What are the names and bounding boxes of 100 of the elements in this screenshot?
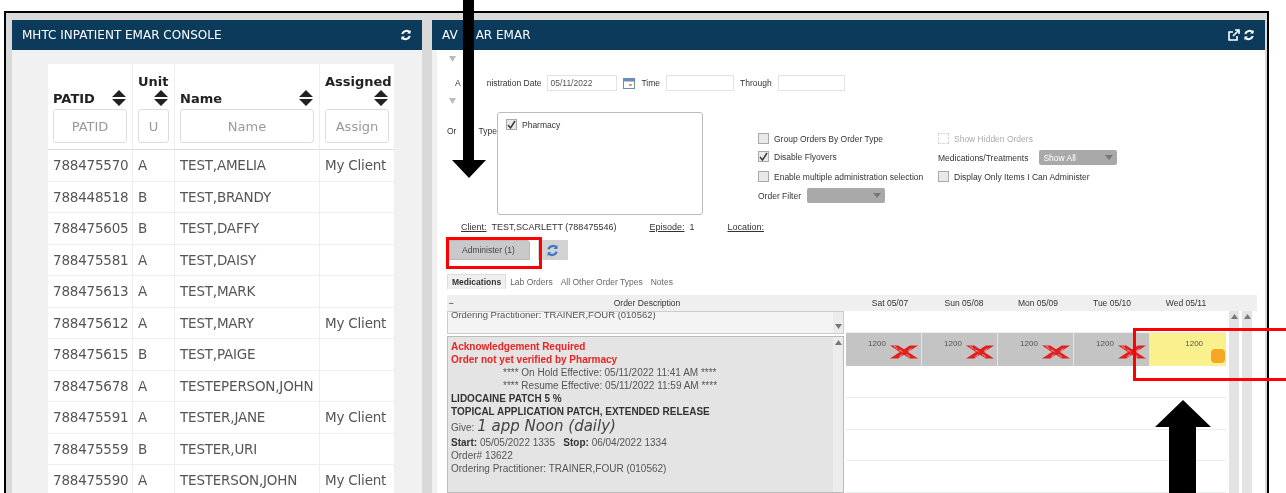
arrow-up-icon[interactable] — [834, 340, 842, 345]
table-cell: TEST,DAFFY — [175, 213, 320, 245]
caret-icon — [873, 193, 881, 198]
collapse-triangle-icon[interactable] — [449, 98, 456, 104]
refresh-icon[interactable] — [1243, 29, 1255, 41]
tab[interactable]: Lab Orders — [506, 274, 557, 289]
scrollbar[interactable] — [1242, 311, 1253, 493]
table-cell: 788475605 — [48, 213, 133, 245]
order-cell[interactable] — [447, 336, 845, 493]
table-cell: TESTER,URI — [175, 433, 320, 465]
order-number: Order# 13622 — [451, 449, 514, 462]
field-label: Order Filter — [758, 190, 801, 201]
time-label: 1200 — [868, 339, 886, 349]
arrow-down-icon[interactable] — [834, 324, 842, 329]
episode-number: 1 — [689, 221, 695, 232]
column-header[interactable]: Name Name — [175, 64, 320, 150]
table-cell: TEST,MARK — [175, 276, 320, 308]
time-field[interactable] — [666, 75, 735, 91]
column-label: Order Description — [612, 298, 682, 308]
external-link-icon[interactable] — [1228, 29, 1240, 41]
day-label: Sun 05/08 — [943, 298, 985, 308]
table-cell: TEST,PAIGE — [175, 339, 320, 371]
checkbox-label: Group Orders By Order Type — [774, 133, 883, 144]
table-cell: 788448518 — [48, 181, 133, 213]
practitioner-text: Ordering Practitioner: TRAINER,FOUR (010562) — [451, 462, 668, 475]
field-label: Or — [447, 126, 457, 138]
checkbox[interactable] — [938, 171, 949, 182]
column-label: Unit — [138, 74, 169, 89]
field-label: Episode: — [649, 221, 685, 232]
table-cell: B — [133, 433, 175, 465]
tab[interactable]: Medications — [447, 274, 507, 289]
checkbox[interactable] — [758, 133, 769, 144]
table-cell: A — [133, 276, 175, 308]
filter-field[interactable]: Assign — [325, 109, 389, 143]
refresh-icon — [546, 243, 560, 257]
schedule-cell[interactable]: 1200 — [998, 333, 1075, 367]
order-type-list[interactable]: Pharmacy — [497, 112, 703, 215]
column-header[interactable]: PATID PATID — [48, 64, 133, 150]
date-field[interactable]: 05/11/2022 — [547, 75, 618, 91]
tab[interactable]: Notes — [646, 274, 677, 289]
column-header[interactable]: Assigned Assign — [320, 64, 395, 150]
checkbox[interactable] — [758, 151, 769, 162]
table-cell: B — [133, 181, 175, 213]
column-label: Assigned — [325, 74, 392, 89]
day-label: Mon 05/09 — [1016, 298, 1060, 308]
table-cell: B — [133, 213, 175, 245]
sort-icon[interactable] — [153, 89, 169, 107]
sort-icon[interactable] — [111, 89, 127, 107]
checkbox-label: Show Hidden Orders — [954, 133, 1033, 144]
administer-button[interactable]: Administer (1) — [447, 240, 530, 260]
table-cell: B — [133, 339, 175, 371]
alert-text: Acknowledgement Required — [451, 340, 587, 353]
filter-field[interactable]: PATID — [53, 109, 127, 143]
order-text: Ordering Practitioner: TRAINER,FOUR (010562) — [450, 312, 657, 322]
day-label: Sat 05/07 — [870, 298, 910, 308]
scrollbar[interactable] — [833, 337, 844, 492]
table-cell: 788475591 — [48, 402, 133, 434]
scrollbar[interactable] — [833, 312, 844, 333]
date-range-text: Start: 05/05/2022 1335 Stop: 06/04/2022 1334 — [451, 436, 668, 449]
table-cell: 788475613 — [48, 276, 133, 308]
table-cell: TESTERSON,JOHN — [175, 465, 320, 493]
field-label: A — [455, 78, 461, 88]
through-field[interactable] — [777, 75, 845, 91]
schedule-cell[interactable]: 1200 — [1150, 333, 1227, 367]
filter-field[interactable]: Name — [180, 109, 314, 143]
time-label: 1200 — [1020, 339, 1038, 349]
table-cell: TEST,BRANDY — [175, 181, 320, 213]
table-cell: TEST,DAISY — [175, 244, 320, 276]
sort-icon[interactable] — [298, 89, 314, 107]
scrollbar[interactable] — [1229, 311, 1240, 493]
field-label: Client: — [461, 221, 487, 232]
crossed-out-icon — [1041, 345, 1070, 360]
table-cell: A — [133, 150, 175, 182]
table-cell: A — [133, 402, 175, 434]
checkbox[interactable] — [758, 171, 769, 182]
field-label: Time — [641, 78, 661, 88]
schedule-cell[interactable]: 1200 — [846, 333, 923, 367]
filter-field[interactable]: U — [138, 109, 169, 143]
schedule-cell[interactable]: 1200 — [922, 333, 999, 367]
column-label: Name — [180, 90, 222, 106]
table-cell: 788475559 — [48, 433, 133, 465]
sort-icon[interactable] — [373, 89, 389, 107]
pill-icon — [1211, 349, 1226, 364]
column-header[interactable]: Unit U — [133, 64, 175, 150]
checkbox-label: Enable multiple administration selection — [774, 171, 924, 182]
refresh-icon[interactable] — [400, 29, 412, 41]
day-label: Tue 05/10 — [1092, 298, 1132, 308]
calendar-icon[interactable] — [623, 77, 636, 89]
field-label: Medications/Treatments — [938, 152, 1029, 163]
drug-name: LIDOCAINE PATCH 5 % — [451, 392, 563, 405]
column-label: PATID — [53, 90, 95, 106]
collapse-triangle-icon[interactable] — [449, 56, 456, 62]
table-cell: My Client — [320, 465, 395, 493]
table-cell: My Client — [320, 150, 395, 182]
collapse-toggle[interactable]: − — [447, 298, 459, 308]
table-cell: My Client — [320, 307, 395, 339]
dose-text: Give: 1 app Noon (daily) — [451, 418, 617, 436]
checkbox[interactable] — [506, 119, 517, 130]
hold-text: **** Resume Effective: 05/11/2022 11:59 AM **** — [502, 379, 719, 392]
tab[interactable]: All Other Order Types — [556, 274, 647, 289]
